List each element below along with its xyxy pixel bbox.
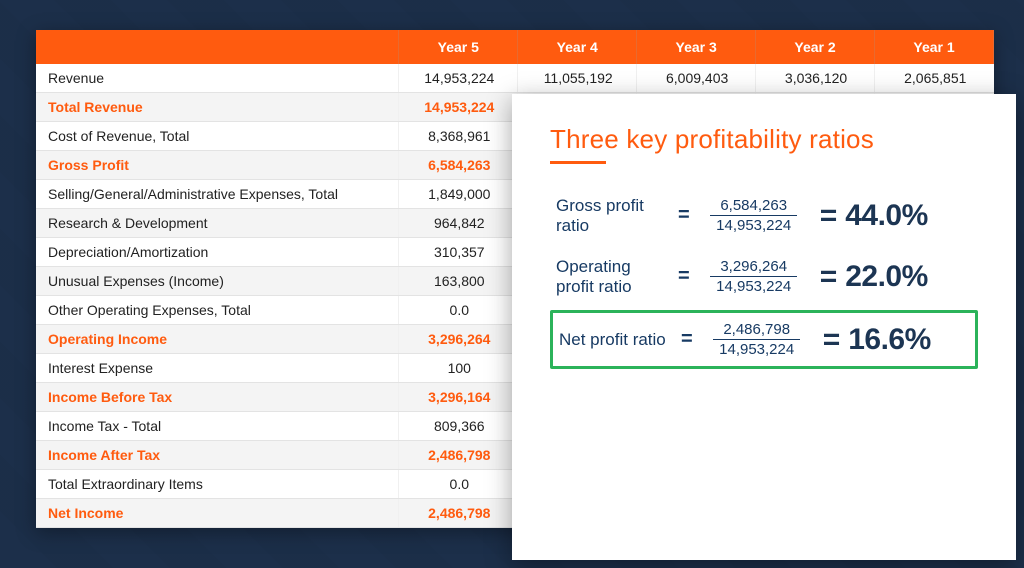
row-label: Gross Profit xyxy=(36,151,399,180)
ratio-result: 16.6% xyxy=(848,323,931,357)
row-label: Cost of Revenue, Total xyxy=(36,122,399,151)
card-title: Three key profitability ratios xyxy=(550,124,978,155)
ratio-label: Operating profit ratio xyxy=(556,257,666,296)
row-label: Depreciation/Amortization xyxy=(36,238,399,267)
row-value: 2,486,798 xyxy=(399,441,518,470)
ratio-row: Gross profit ratio=6,584,26314,953,224=4… xyxy=(550,188,978,243)
row-value: 1,849,000 xyxy=(399,180,518,209)
row-value: 964,842 xyxy=(399,209,518,238)
row-value: 6,584,263 xyxy=(399,151,518,180)
row-label: Net Income xyxy=(36,499,399,528)
row-label: Research & Development xyxy=(36,209,399,238)
row-value: 809,366 xyxy=(399,412,518,441)
col-header-year2: Year 2 xyxy=(756,30,875,64)
row-label: Income After Tax xyxy=(36,441,399,470)
row-value: 14,953,224 xyxy=(399,64,518,93)
row-value: 3,036,120 xyxy=(756,64,875,93)
table-row: Revenue14,953,22411,055,1926,009,4033,03… xyxy=(36,64,994,93)
ratio-label: Net profit ratio xyxy=(559,330,669,350)
equals-sign: = xyxy=(823,323,841,357)
ratio-numerator: 2,486,798 xyxy=(717,321,796,339)
ratio-denominator: 14,953,224 xyxy=(710,276,797,295)
row-value: 3,296,264 xyxy=(399,325,518,354)
ratio-numerator: 3,296,264 xyxy=(714,258,793,276)
row-value: 163,800 xyxy=(399,267,518,296)
col-header-blank xyxy=(36,30,399,64)
row-value: 0.0 xyxy=(399,470,518,499)
ratio-result: 22.0% xyxy=(845,260,928,294)
row-value: 3,296,164 xyxy=(399,383,518,412)
row-label: Revenue xyxy=(36,64,399,93)
ratio-denominator: 14,953,224 xyxy=(713,339,800,358)
row-value: 2,486,798 xyxy=(399,499,518,528)
ratio-label: Gross profit ratio xyxy=(556,196,666,235)
ratio-result: 44.0% xyxy=(845,199,928,233)
equals-sign: = xyxy=(678,265,690,288)
ratio-numerator: 6,584,263 xyxy=(714,197,793,215)
row-label: Other Operating Expenses, Total xyxy=(36,296,399,325)
col-header-year4: Year 4 xyxy=(518,30,637,64)
row-value: 100 xyxy=(399,354,518,383)
equals-sign: = xyxy=(681,328,693,351)
ratio-row: Net profit ratio=2,486,79814,953,224=16.… xyxy=(550,310,978,369)
ratio-fraction: 3,296,26414,953,224 xyxy=(702,258,806,295)
equals-sign: = xyxy=(820,199,838,233)
ratio-row: Operating profit ratio = 3,296,26414,953,2… xyxy=(550,249,978,304)
profitability-ratios-card: Three key profitability ratios Gross pro… xyxy=(512,94,1016,560)
ratio-fraction: 2,486,79814,953,224 xyxy=(705,321,809,358)
row-value: 310,357 xyxy=(399,238,518,267)
row-value: 2,065,851 xyxy=(875,64,994,93)
ratio-denominator: 14,953,224 xyxy=(710,215,797,234)
col-header-year3: Year 3 xyxy=(637,30,756,64)
row-label: Interest Expense xyxy=(36,354,399,383)
row-value: 6,009,403 xyxy=(637,64,756,93)
card-title-underline xyxy=(550,161,606,164)
row-label: Selling/General/Administrative Expenses,… xyxy=(36,180,399,209)
row-value: 0.0 xyxy=(399,296,518,325)
row-label: Unusual Expenses (Income) xyxy=(36,267,399,296)
col-header-year5: Year 5 xyxy=(399,30,518,64)
row-label: Income Before Tax xyxy=(36,383,399,412)
row-value: 14,953,224 xyxy=(399,93,518,122)
row-label: Total Revenue xyxy=(36,93,399,122)
equals-sign: = xyxy=(678,204,690,227)
row-label: Income Tax - Total xyxy=(36,412,399,441)
ratio-fraction: 6,584,26314,953,224 xyxy=(702,197,806,234)
row-label: Total Extraordinary Items xyxy=(36,470,399,499)
row-value: 8,368,961 xyxy=(399,122,518,151)
col-header-year1: Year 1 xyxy=(875,30,994,64)
row-label: Operating Income xyxy=(36,325,399,354)
equals-sign: = xyxy=(820,260,838,294)
row-value: 11,055,192 xyxy=(518,64,637,93)
